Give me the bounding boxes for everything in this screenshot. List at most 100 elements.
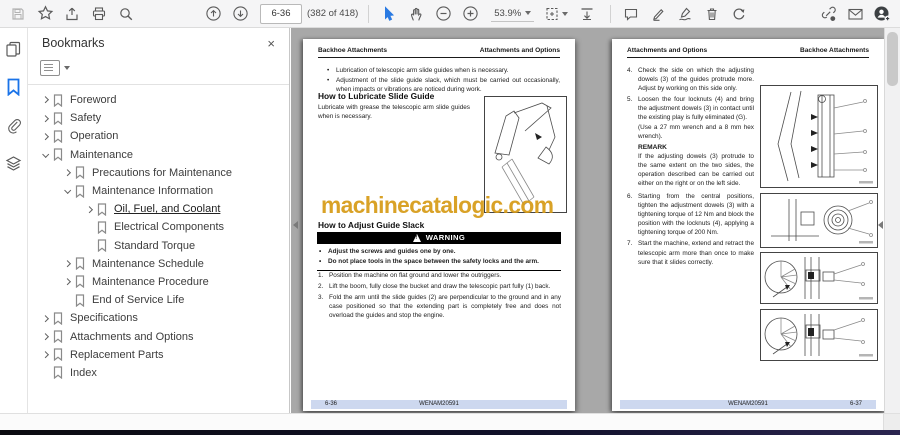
horizontal-scrollbar[interactable] (0, 413, 900, 430)
zoom-out-icon (435, 5, 452, 22)
hand-tool-button[interactable] (404, 2, 428, 26)
close-panel-button[interactable]: × (267, 37, 275, 50)
search-button[interactable] (114, 2, 138, 26)
pdf-page-right: Attachments and Options Backhoe Attachme… (612, 39, 884, 411)
rotate-icon (731, 6, 747, 22)
document-canvas[interactable]: Backhoe Attachments Attachments and Opti… (291, 28, 884, 414)
page-footer: WENAM20591 6-37 (620, 400, 876, 409)
page-up-button[interactable] (201, 2, 225, 26)
collapse-icon[interactable] (42, 151, 50, 159)
bookmark-item-maintenance-procedure[interactable]: Maintenance Procedure (28, 273, 289, 291)
pages-icon (5, 41, 22, 58)
bookmark-options-icon[interactable] (40, 60, 60, 76)
footer-document-code: WENAM20591 (311, 401, 567, 407)
bookmarks-panel-title: Bookmarks (42, 36, 105, 50)
highlight-button[interactable] (646, 2, 670, 26)
chevron-left-icon (878, 221, 883, 229)
layers-panel-button[interactable] (3, 152, 25, 174)
footer-document-code: WENAM20591 (620, 401, 876, 407)
expand-icon[interactable] (64, 278, 72, 286)
bookmark-item-maintenance-schedule[interactable]: Maintenance Schedule (28, 255, 289, 273)
fit-width-button[interactable] (575, 2, 599, 26)
bookmark-item-operation[interactable]: Operation (28, 127, 289, 145)
expand-icon[interactable] (86, 205, 94, 213)
bookmark-icon (97, 221, 107, 234)
share-link-button[interactable] (816, 2, 840, 26)
expand-icon[interactable] (42, 351, 50, 359)
bookmarks-panel-button[interactable] (3, 76, 25, 98)
zoom-in-button[interactable] (458, 2, 482, 26)
collapse-sidebar-handle[interactable] (291, 216, 299, 234)
bookmark-item-safety[interactable]: Safety (28, 109, 289, 127)
bookmark-item-standard-torque[interactable]: Standard Torque (28, 237, 289, 255)
footer-page-number: 6-37 (850, 401, 862, 407)
bookmark-icon (53, 148, 63, 161)
bookmark-icon (53, 312, 63, 325)
comment-button[interactable] (619, 2, 643, 26)
expand-icon[interactable] (64, 260, 72, 268)
bookmark-item-specifications[interactable]: Specifications (28, 309, 289, 327)
star-icon (37, 5, 54, 22)
signature-button[interactable] (673, 2, 697, 26)
save-button[interactable] (6, 2, 30, 26)
chevron-down-icon (525, 11, 531, 15)
bookmark-item-end-of-service-life[interactable]: End of Service Life (28, 291, 289, 309)
select-tool-button[interactable] (377, 2, 401, 26)
attachments-panel-button[interactable] (3, 114, 25, 136)
account-button[interactable] (870, 2, 894, 26)
expand-icon[interactable] (64, 169, 72, 177)
page-thumbnails-button[interactable] (3, 38, 25, 60)
bookmark-item-maintenance-information[interactable]: Maintenance Information (28, 182, 289, 200)
fit-width-icon (579, 6, 595, 22)
expand-icon[interactable] (42, 96, 50, 104)
pdf-page-left: Backhoe Attachments Attachments and Opti… (303, 39, 575, 411)
scrollbar-thumb[interactable] (887, 32, 898, 86)
running-header-left: Attachments and Options (627, 47, 707, 54)
print-icon (91, 6, 107, 22)
bookmark-icon (75, 257, 85, 270)
share-button[interactable] (60, 2, 84, 26)
bookmark-item-foreword[interactable]: Foreword (28, 91, 289, 109)
procedure-steps: 1.Position the machine on flat ground an… (318, 271, 561, 322)
comment-icon (623, 6, 639, 22)
delete-button[interactable] (700, 2, 724, 26)
hand-icon (408, 6, 424, 22)
procedure-steps: 4.Check the side on which the adjusting … (627, 66, 754, 188)
section-title: How to Lubricate Slide Guide (318, 91, 434, 101)
bookmark-item-oil-fuel-coolant[interactable]: Oil, Fuel, and Coolant (28, 200, 289, 218)
zoom-level-control[interactable]: 53.9% (491, 6, 534, 22)
warning-label: WARNING (426, 233, 466, 242)
bookmark-item-index[interactable]: Index (28, 364, 289, 382)
email-button[interactable] (843, 2, 867, 26)
bookmark-item-replacement-parts[interactable]: Replacement Parts (28, 346, 289, 364)
bookmark-item-attachments-options[interactable]: Attachments and Options (28, 327, 289, 345)
collapse-icon[interactable] (64, 187, 72, 195)
expand-icon[interactable] (42, 114, 50, 122)
bookmark-item-precautions[interactable]: Precautions for Maintenance (28, 164, 289, 182)
fit-page-button[interactable] (540, 2, 572, 26)
page-up-icon (205, 5, 222, 22)
page-number-input[interactable] (260, 4, 302, 24)
bookmarks-panel: Bookmarks × Foreword Safety Operation Ma… (28, 28, 290, 414)
bookmark-icon (97, 203, 107, 216)
warning-bullets: Adjust the screws and guides one by one.… (317, 247, 561, 271)
expand-icon[interactable] (42, 133, 50, 141)
bookmark-item-electrical-components[interactable]: Electrical Components (28, 218, 289, 236)
print-button[interactable] (87, 2, 111, 26)
expand-icon[interactable] (42, 315, 50, 323)
bookmark-icon (53, 94, 63, 107)
account-icon (873, 5, 891, 23)
collapse-right-panel-handle[interactable] (876, 216, 884, 234)
bookmark-item-maintenance[interactable]: Maintenance (28, 146, 289, 164)
zoom-out-button[interactable] (431, 2, 455, 26)
zoom-level-value: 53.9% (494, 8, 521, 19)
vertical-scrollbar[interactable] (884, 28, 900, 414)
bookmark-icon (53, 130, 63, 143)
page-down-button[interactable] (228, 2, 252, 26)
star-button[interactable] (33, 2, 57, 26)
procedure-steps: 6.Starting from the central positions, t… (627, 192, 754, 269)
expand-icon[interactable] (42, 333, 50, 341)
toolbar-separator (368, 5, 369, 23)
rotate-button[interactable] (727, 2, 751, 26)
chevron-down-icon[interactable] (64, 66, 70, 70)
